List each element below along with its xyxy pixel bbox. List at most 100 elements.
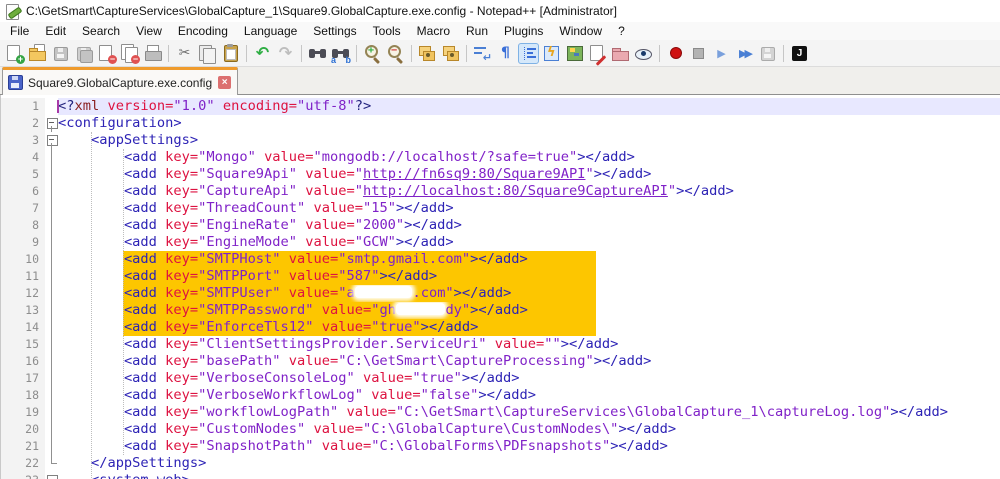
code-text: <add key="CustomNodes" value="C:\GlobalC… — [58, 421, 1000, 438]
find-icon[interactable] — [307, 43, 328, 64]
cut-icon[interactable]: ✂ — [174, 43, 195, 64]
code-line[interactable]: 12 <add key="SMTPUser" value="a.com"></a… — [1, 285, 1000, 302]
menu-window[interactable]: Window — [551, 23, 610, 39]
macro-record-icon[interactable] — [665, 43, 686, 64]
tab-close-icon[interactable]: × — [218, 76, 231, 89]
sync-vertical-icon[interactable] — [417, 43, 438, 64]
code-text: <add key="SMTPPort" value="587"></add> — [58, 268, 1000, 285]
code-line[interactable]: 8 <add key="EngineRate" value="2000"></a… — [1, 217, 1000, 234]
fold-toggle-icon[interactable] — [45, 472, 58, 479]
line-number: 6 — [15, 183, 45, 200]
fold-margin — [45, 336, 58, 353]
line-number: 9 — [15, 234, 45, 251]
menu-plugins[interactable]: Plugins — [496, 23, 551, 39]
code-line[interactable]: 4 <add key="Mongo" value="mongodb://loca… — [1, 149, 1000, 166]
code-line[interactable]: 17 <add key="VerboseConsoleLog" value="t… — [1, 370, 1000, 387]
menu-macro[interactable]: Macro — [409, 23, 458, 39]
code-line[interactable]: 7 <add key="ThreadCount" value="15"></ad… — [1, 200, 1000, 217]
new-file-icon[interactable]: + — [4, 43, 25, 64]
code-line[interactable]: 14 <add key="EnforceTls12" value="true">… — [1, 319, 1000, 336]
code-line[interactable]: 13 <add key="SMTPPassword" value="ghdy">… — [1, 302, 1000, 319]
line-number: 14 — [15, 319, 45, 336]
code-line[interactable]: 11 <add key="SMTPPort" value="587"></add… — [1, 268, 1000, 285]
saved-indicator-icon — [8, 75, 23, 90]
code-text: <configuration> — [58, 115, 1000, 132]
code-line[interactable]: 21 <add key="SnapshotPath" value="C:\Glo… — [1, 438, 1000, 455]
bookmark-margin — [1, 115, 15, 132]
bookmark-margin — [1, 421, 15, 438]
macro-stop-icon[interactable] — [688, 43, 709, 64]
bookmark-margin — [1, 455, 15, 472]
line-number: 1 — [15, 98, 45, 115]
word-wrap-icon[interactable]: ↵ — [472, 43, 493, 64]
code-line[interactable]: 16 <add key="basePath" value="C:\GetSmar… — [1, 353, 1000, 370]
code-text: <add key="VerboseConsoleLog" value="true… — [58, 370, 1000, 387]
user-defined-language-icon[interactable]: ϟ — [541, 43, 562, 64]
menu-settings[interactable]: Settings — [305, 23, 364, 39]
toolbar-separator — [411, 45, 412, 62]
close-icon[interactable]: − — [96, 43, 117, 64]
open-folder-icon[interactable] — [27, 43, 48, 64]
document-map-icon[interactable] — [564, 43, 585, 64]
line-number: 21 — [15, 438, 45, 455]
code-text: <?xml version="1.0" encoding="utf-8"?> — [58, 98, 1000, 115]
save-icon[interactable] — [50, 43, 71, 64]
menu-search[interactable]: Search — [74, 23, 128, 39]
show-all-chars-icon[interactable]: ¶ — [495, 43, 516, 64]
menu-language[interactable]: Language — [236, 23, 305, 39]
undo-icon[interactable]: ↶ — [252, 43, 273, 64]
menu-run[interactable]: Run — [458, 23, 496, 39]
code-line[interactable]: 1 <?xml version="1.0" encoding="utf-8"?> — [1, 98, 1000, 115]
sync-horizontal-icon[interactable] — [440, 43, 461, 64]
jstool-plugin-icon[interactable]: J — [789, 43, 810, 64]
line-number: 5 — [15, 166, 45, 183]
fold-margin — [45, 370, 58, 387]
macro-save-icon[interactable] — [757, 43, 778, 64]
code-line[interactable]: 5 <add key="Square9Api" value="http://fn… — [1, 166, 1000, 183]
code-text: <add key="Mongo" value="mongodb://localh… — [58, 149, 1000, 166]
code-line[interactable]: 20 <add key="CustomNodes" value="C:\Glob… — [1, 421, 1000, 438]
fold-toggle-icon[interactable] — [45, 115, 58, 132]
monitoring-icon[interactable] — [633, 43, 654, 64]
menu-tools[interactable]: Tools — [365, 23, 409, 39]
close-all-icon[interactable]: − — [119, 43, 140, 64]
paste-icon[interactable] — [220, 43, 241, 64]
menu-view[interactable]: View — [128, 23, 170, 39]
code-line[interactable]: 19 <add key="workflowLogPath" value="C:\… — [1, 404, 1000, 421]
code-line[interactable]: 2<configuration> — [1, 115, 1000, 132]
code-line[interactable]: 23 <system.web> — [1, 472, 1000, 479]
macro-run-multiple-icon[interactable]: ▶▶ — [734, 43, 755, 64]
menu-encoding[interactable]: Encoding — [170, 23, 236, 39]
copy-icon[interactable] — [197, 43, 218, 64]
code-line[interactable]: 6 <add key="CaptureApi" value="http://lo… — [1, 183, 1000, 200]
zoom-out-icon[interactable]: − — [385, 43, 406, 64]
fold-toggle-icon[interactable] — [45, 132, 58, 149]
line-number: 11 — [15, 268, 45, 285]
menu-file[interactable]: File — [2, 23, 37, 39]
menu-edit[interactable]: Edit — [37, 23, 74, 39]
redo-icon[interactable]: ↷ — [275, 43, 296, 64]
replace-icon[interactable]: ba — [330, 43, 351, 64]
document-list-icon[interactable] — [587, 43, 608, 64]
editor-pane[interactable]: 1<?xml version="1.0" encoding="utf-8"?>2… — [0, 95, 1000, 479]
menu-help[interactable]: ? — [610, 23, 633, 39]
print-icon[interactable] — [142, 43, 163, 64]
zoom-in-icon[interactable]: + — [362, 43, 383, 64]
tab-square9-globalcapture-config[interactable]: Square9.GlobalCapture.exe.config × — [2, 67, 238, 95]
macro-play-icon[interactable]: ▶ — [711, 43, 732, 64]
folder-as-workspace-icon[interactable] — [610, 43, 631, 64]
bookmark-margin — [1, 132, 15, 149]
code-line[interactable]: 3 <appSettings> — [1, 132, 1000, 149]
show-indent-guide-icon[interactable] — [518, 43, 539, 64]
bookmark-margin — [1, 319, 15, 336]
save-all-icon[interactable] — [73, 43, 94, 64]
line-number: 3 — [15, 132, 45, 149]
code-line[interactable]: 9 <add key="EngineMode" value="GCW"></ad… — [1, 234, 1000, 251]
code-line[interactable]: 22 </appSettings> — [1, 455, 1000, 472]
toolbar-separator — [466, 45, 467, 62]
code-text: <add key="CaptureApi" value="http://loca… — [58, 183, 1000, 200]
code-line[interactable]: 18 <add key="VerboseWorkflowLog" value="… — [1, 387, 1000, 404]
line-number: 19 — [15, 404, 45, 421]
code-line[interactable]: 15 <add key="ClientSettingsProvider.Serv… — [1, 336, 1000, 353]
code-line[interactable]: 10 <add key="SMTPHost" value="smtp.gmail… — [1, 251, 1000, 268]
